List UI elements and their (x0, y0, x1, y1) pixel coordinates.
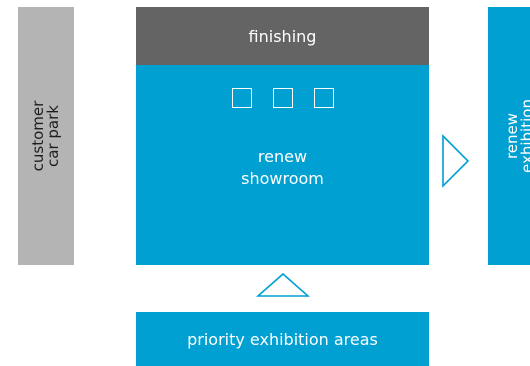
showroom-squares (232, 87, 334, 109)
finishing-label: finishing (248, 26, 317, 46)
arrow-up-icon (256, 272, 310, 297)
renew-showroom-block: renew showroom (136, 65, 429, 265)
renew-exhibition-label: renew exhibition (503, 99, 530, 173)
finishing-block: finishing (136, 7, 429, 65)
square-icon (273, 88, 293, 108)
customer-car-park-block: customer car park (18, 7, 74, 265)
priority-exhibition-areas-label: priority exhibition areas (187, 329, 378, 349)
renew-showroom-line2: showroom (241, 169, 324, 188)
customer-car-park-label: customer car park (29, 101, 62, 172)
square-icon (314, 88, 334, 108)
renew-exhibition-block: renew exhibition (488, 7, 530, 265)
renew-showroom-label: renew showroom (136, 146, 429, 190)
priority-exhibition-areas-block: priority exhibition areas (136, 312, 429, 366)
square-icon (232, 88, 252, 108)
renew-showroom-line1: renew (257, 147, 308, 166)
customer-car-park-line2: car park (44, 105, 62, 167)
renew-exhibition-line2: exhibition (518, 99, 530, 173)
arrow-right-icon (442, 134, 470, 188)
